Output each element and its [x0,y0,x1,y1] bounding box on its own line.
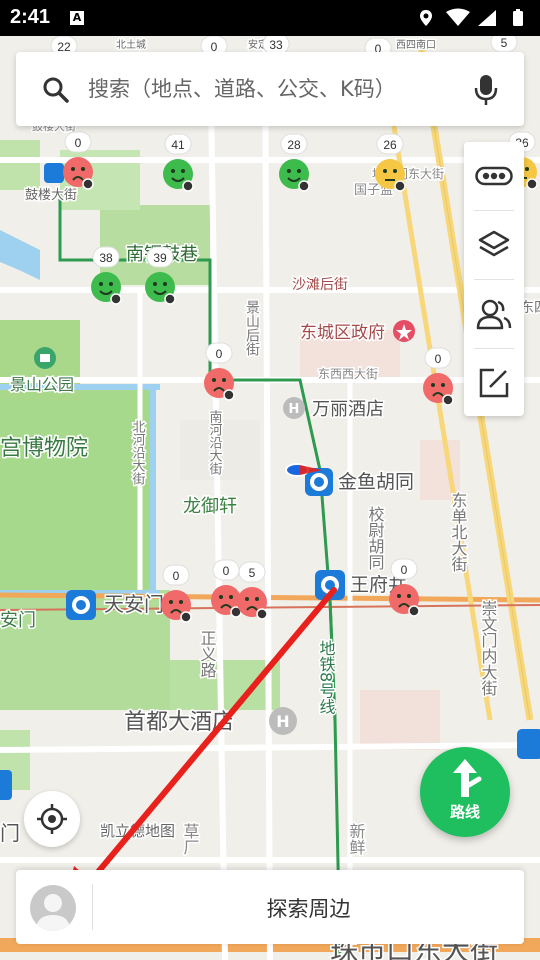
hotel-poi-icon: H [269,707,297,735]
gov-poi-icon [393,320,415,342]
crosshair-icon [37,804,67,834]
map-label-zhengyi[interactable]: 正义路 [196,629,218,680]
map-label-jingshan[interactable]: 景山公园 [9,374,76,396]
edit-icon [479,368,509,398]
notification-badge-icon: A [70,11,84,25]
subway-station-icon [66,590,96,620]
map-label-caoshi[interactable]: 草厂 [179,822,201,857]
avatar[interactable] [30,885,76,931]
map-label-chongwen[interactable]: 崇文门内大街 [477,599,499,698]
map-label-shatan[interactable]: 沙滩后街 [291,276,350,295]
user-avatar-icon [36,894,70,931]
map-label-beiheyan[interactable]: 北河沿大街 [128,419,147,487]
map-label-line8[interactable]: 地铁8号线 [315,639,337,716]
status-time: 2:41 [10,6,51,28]
map-label-shishan[interactable]: 景山后街 [243,299,262,358]
traffic-icon [475,166,513,186]
subway-station-icon [517,729,540,759]
battery-icon [513,9,523,26]
traffic-toggle-button[interactable] [464,142,524,210]
search-input[interactable]: 搜索（地点、道路、公交、K码） [88,73,396,103]
route-label: 路线 [449,803,480,821]
subway-station-icon [0,770,12,800]
signal-icon [478,10,496,26]
layers-icon [478,230,510,257]
map-toolbar [464,142,524,416]
status-bar: 2:41 A [0,0,540,36]
route-arrow-icon [453,759,482,797]
wifi-icon [446,8,470,26]
traffic-marker-count: 0 [216,347,223,361]
map-label-xinxian[interactable]: 新鲜 [345,822,367,857]
locate-me-button[interactable] [24,791,80,847]
map-label-xiaoyuan[interactable]: 校尉胡同 [364,505,386,573]
layers-button[interactable] [464,211,524,279]
traffic-marker-count: 5 [249,566,256,580]
map-label-top_c[interactable]: 西四南口 [395,37,438,53]
traffic-marker-count: 0 [75,136,82,150]
traffic-marker-count: 5 [501,36,508,50]
microphone-icon[interactable] [474,74,498,106]
map-label-top_a[interactable]: 北土城 [115,37,148,53]
status-icons [418,8,530,32]
traffic-marker-count: 0 [173,569,180,583]
friends-button[interactable] [464,280,524,348]
traffic-marker-count: 41 [171,138,185,152]
search-icon [43,77,69,103]
subway-station-icon [44,163,64,183]
traffic-marker-count: 0 [223,564,230,578]
svg-text:H: H [276,712,289,731]
hotel-poi-icon: H [283,397,305,419]
map-label-dongsi[interactable]: 东西西大街 [317,366,380,383]
map-label-jinyu[interactable]: 金鱼胡同 [337,470,416,495]
location-icon [420,10,432,26]
traffic-marker-count: 39 [153,251,167,265]
traffic-marker-count: 28 [287,138,301,152]
park-poi-icon [34,347,56,369]
traffic-marker-count: 33 [269,38,283,52]
map-label-men[interactable]: 门 [0,820,22,847]
map-label-nanheyan[interactable]: 南河沿大街 [205,408,224,477]
traffic-marker-count: 0 [401,563,408,577]
svg-text:H: H [289,402,300,417]
map-label-wanli[interactable]: 万丽酒店 [311,398,386,422]
search-bar[interactable]: 搜索（地点、道路、公交、K码） [16,52,524,126]
map-label-gugong[interactable]: 宫博物院 [0,435,90,463]
explore-nearby-button[interactable]: 探索周边 [93,893,524,923]
feedback-edit-button[interactable] [464,349,524,417]
map-label-dongdan[interactable]: 东单北大街 [447,491,469,574]
friends-icon [476,299,512,330]
traffic-marker-count: 0 [435,352,442,366]
map-label-gulou[interactable]: 鼓楼大街 [24,187,79,205]
map-label-anmen[interactable]: 安门 [0,609,38,633]
map-label-longyu[interactable]: 龙御轩 [182,495,239,519]
traffic-marker-count: 26 [383,138,397,152]
route-button[interactable]: 路线 [420,747,510,837]
traffic-marker-count: 38 [99,251,113,265]
map-label-dongcheng[interactable]: 东城区政府 [299,322,387,345]
bottom-panel: 探索周边 [16,870,524,944]
